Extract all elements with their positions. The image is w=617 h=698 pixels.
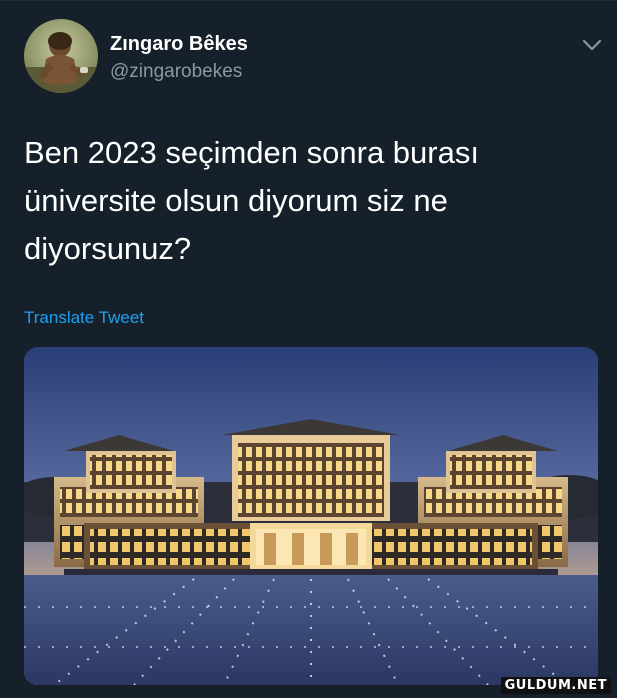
avatar[interactable] (24, 19, 98, 93)
tweet-text: Ben 2023 seçimden sonra burası üniversit… (24, 135, 479, 266)
avatar-image (24, 19, 98, 93)
display-name[interactable]: Zıngaro Bêkes (110, 33, 248, 56)
site-watermark: GULDUM.NET (500, 677, 611, 694)
tweet-media-image[interactable] (24, 347, 598, 685)
tweet-card: Zıngaro Bêkes @zingarobekes Ben 2023 seç… (0, 0, 617, 698)
translate-tweet-link[interactable]: Translate Tweet (24, 308, 144, 328)
chevron-down-icon[interactable] (578, 31, 606, 59)
user-handle[interactable]: @zingarobekes (110, 61, 242, 83)
palace-photo (24, 347, 598, 685)
